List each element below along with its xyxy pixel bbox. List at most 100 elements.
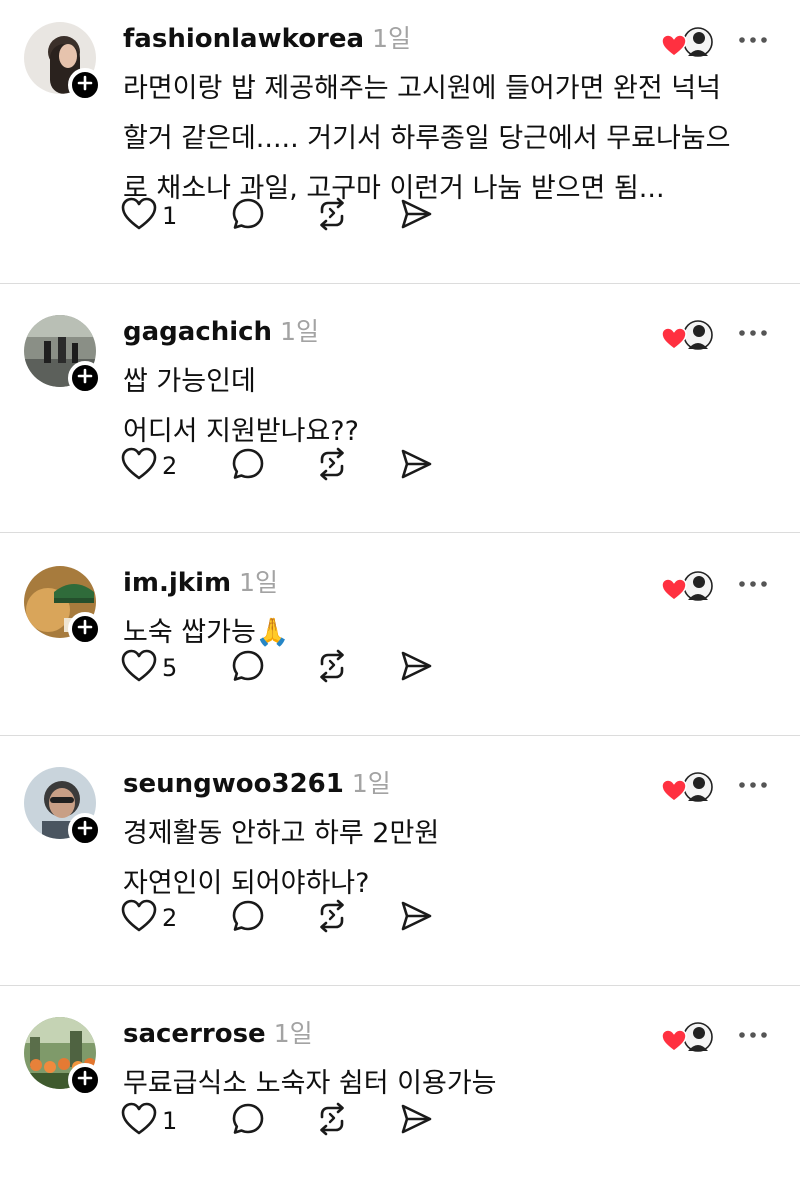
repost-arrows-icon <box>314 648 350 688</box>
reply-button[interactable] <box>230 196 266 236</box>
repost-button[interactable] <box>314 196 350 236</box>
plus-icon <box>77 75 93 95</box>
comment-post: im.jkim 1일 노숙 쌉가능🙏 5 <box>0 566 800 712</box>
comment-text-line: 경제활동 안하고 하루 2만원 <box>123 818 440 849</box>
comment-text: 경제활동 안하고 하루 2만원 자연인이 되어야하나? <box>123 809 773 909</box>
comment-text-line: 할거 같은데..... 거기서 하루종일 당근에서 무료나눔으 <box>123 123 731 154</box>
timestamp: 1일 <box>239 568 278 597</box>
heart-outline-icon <box>120 196 158 236</box>
username[interactable]: seungwoo3261 1일 <box>123 767 391 801</box>
action-bar: 2 <box>120 446 460 486</box>
timestamp: 1일 <box>372 24 411 53</box>
username-text[interactable]: im.jkim <box>123 568 231 598</box>
comment-post: gagachich 1일쌉 가능인데 어디서 지원받나요?? 2 <box>0 315 800 510</box>
repost-button[interactable] <box>314 898 350 938</box>
more-dots-icon[interactable] <box>738 30 768 50</box>
comment-feed: fashionlawkorea 1일 라면이랑 밥 제공해주는 고시원에 들어가면 … <box>0 0 800 1180</box>
liked-by-author-avatar <box>661 26 714 60</box>
repost-arrows-icon <box>314 196 350 236</box>
reply-button[interactable] <box>230 898 266 938</box>
speech-bubble-icon <box>230 1101 266 1141</box>
timestamp: 1일 <box>280 317 319 346</box>
post-divider <box>0 283 800 284</box>
comment-text-line: 쌉 가능인데 <box>123 366 256 397</box>
like-button[interactable]: 2 <box>120 898 177 938</box>
username-text[interactable]: seungwoo3261 <box>123 769 344 799</box>
username-text[interactable]: sacerrose <box>123 1019 266 1049</box>
repost-button[interactable] <box>314 446 350 486</box>
more-dots-icon[interactable] <box>738 574 768 594</box>
send-icon <box>398 446 434 486</box>
speech-bubble-icon <box>230 446 266 486</box>
plus-icon <box>77 820 93 840</box>
share-button[interactable] <box>398 898 434 938</box>
action-bar: 1 <box>120 1101 460 1141</box>
like-button[interactable]: 1 <box>120 196 177 236</box>
liked-by-author-avatar <box>661 771 714 805</box>
plus-icon <box>77 1070 93 1090</box>
timestamp: 1일 <box>273 1019 313 1048</box>
like-button[interactable]: 5 <box>120 648 177 688</box>
send-icon <box>398 648 434 688</box>
speech-bubble-icon <box>230 196 266 236</box>
liked-by-author-avatar <box>661 319 714 353</box>
repost-button[interactable] <box>314 648 350 688</box>
action-bar: 5 <box>120 648 460 688</box>
more-dots-icon[interactable] <box>738 775 768 795</box>
follow-button[interactable] <box>68 612 102 646</box>
post-divider <box>0 985 800 986</box>
heart-outline-icon <box>120 648 158 688</box>
reply-button[interactable] <box>230 648 266 688</box>
heart-outline-icon <box>120 898 158 938</box>
like-count: 5 <box>162 654 178 682</box>
send-icon <box>398 898 434 938</box>
like-count: 1 <box>162 1107 178 1135</box>
share-button[interactable] <box>398 196 434 236</box>
liked-by-author-avatar <box>661 570 714 604</box>
comment-text: 라면이랑 밥 제공해주는 고시원에 들어가면 완전 넉넉할거 같은데..... … <box>123 64 773 214</box>
like-count: 2 <box>162 904 178 932</box>
share-button[interactable] <box>398 648 434 688</box>
post-divider <box>0 532 800 533</box>
like-button[interactable]: 1 <box>120 1101 177 1141</box>
username[interactable]: im.jkim 1일 <box>123 566 278 600</box>
more-dots-icon[interactable] <box>738 1025 768 1045</box>
speech-bubble-icon <box>230 898 266 938</box>
follow-button[interactable] <box>68 1063 102 1097</box>
reply-button[interactable] <box>230 1101 266 1141</box>
more-dots-icon[interactable] <box>738 323 768 343</box>
username-text[interactable]: gagachich <box>123 317 272 347</box>
username[interactable]: fashionlawkorea 1일 <box>123 22 411 56</box>
follow-button[interactable] <box>68 813 102 847</box>
heart-outline-icon <box>120 446 158 486</box>
action-bar: 1 <box>120 196 460 236</box>
speech-bubble-icon <box>230 648 266 688</box>
follow-button[interactable] <box>68 68 102 102</box>
repost-arrows-icon <box>314 898 350 938</box>
like-button[interactable]: 2 <box>120 446 177 486</box>
share-button[interactable] <box>398 1101 434 1141</box>
plus-icon <box>77 619 93 639</box>
timestamp: 1일 <box>351 769 391 798</box>
username-text[interactable]: fashionlawkorea <box>123 24 364 54</box>
repost-arrows-icon <box>314 446 350 486</box>
repost-arrows-icon <box>314 1101 350 1141</box>
plus-icon <box>77 368 93 388</box>
comment-text: 쌉 가능인데 어디서 지원받나요?? <box>123 357 773 457</box>
like-count: 2 <box>162 452 178 480</box>
action-bar: 2 <box>120 898 460 938</box>
share-button[interactable] <box>398 446 434 486</box>
repost-button[interactable] <box>314 1101 350 1141</box>
username[interactable]: gagachich 1일 <box>123 315 319 349</box>
post-divider <box>0 735 800 736</box>
comment-text-line: 라면이랑 밥 제공해주는 고시원에 들어가면 완전 넉넉 <box>123 73 721 104</box>
comment-post: seungwoo3261 1일경제활동 안하고 하루 2만원 자연인이 되어야하나?… <box>0 767 800 962</box>
comment-post: fashionlawkorea 1일라면이랑 밥 제공해주는 고시원에 들어가면 … <box>0 22 800 260</box>
liked-by-author-avatar <box>661 1021 714 1055</box>
send-icon <box>398 1101 434 1141</box>
reply-button[interactable] <box>230 446 266 486</box>
follow-button[interactable] <box>68 361 102 395</box>
heart-outline-icon <box>120 1101 158 1141</box>
username[interactable]: sacerrose 1일 <box>123 1017 313 1051</box>
like-count: 1 <box>162 202 178 230</box>
